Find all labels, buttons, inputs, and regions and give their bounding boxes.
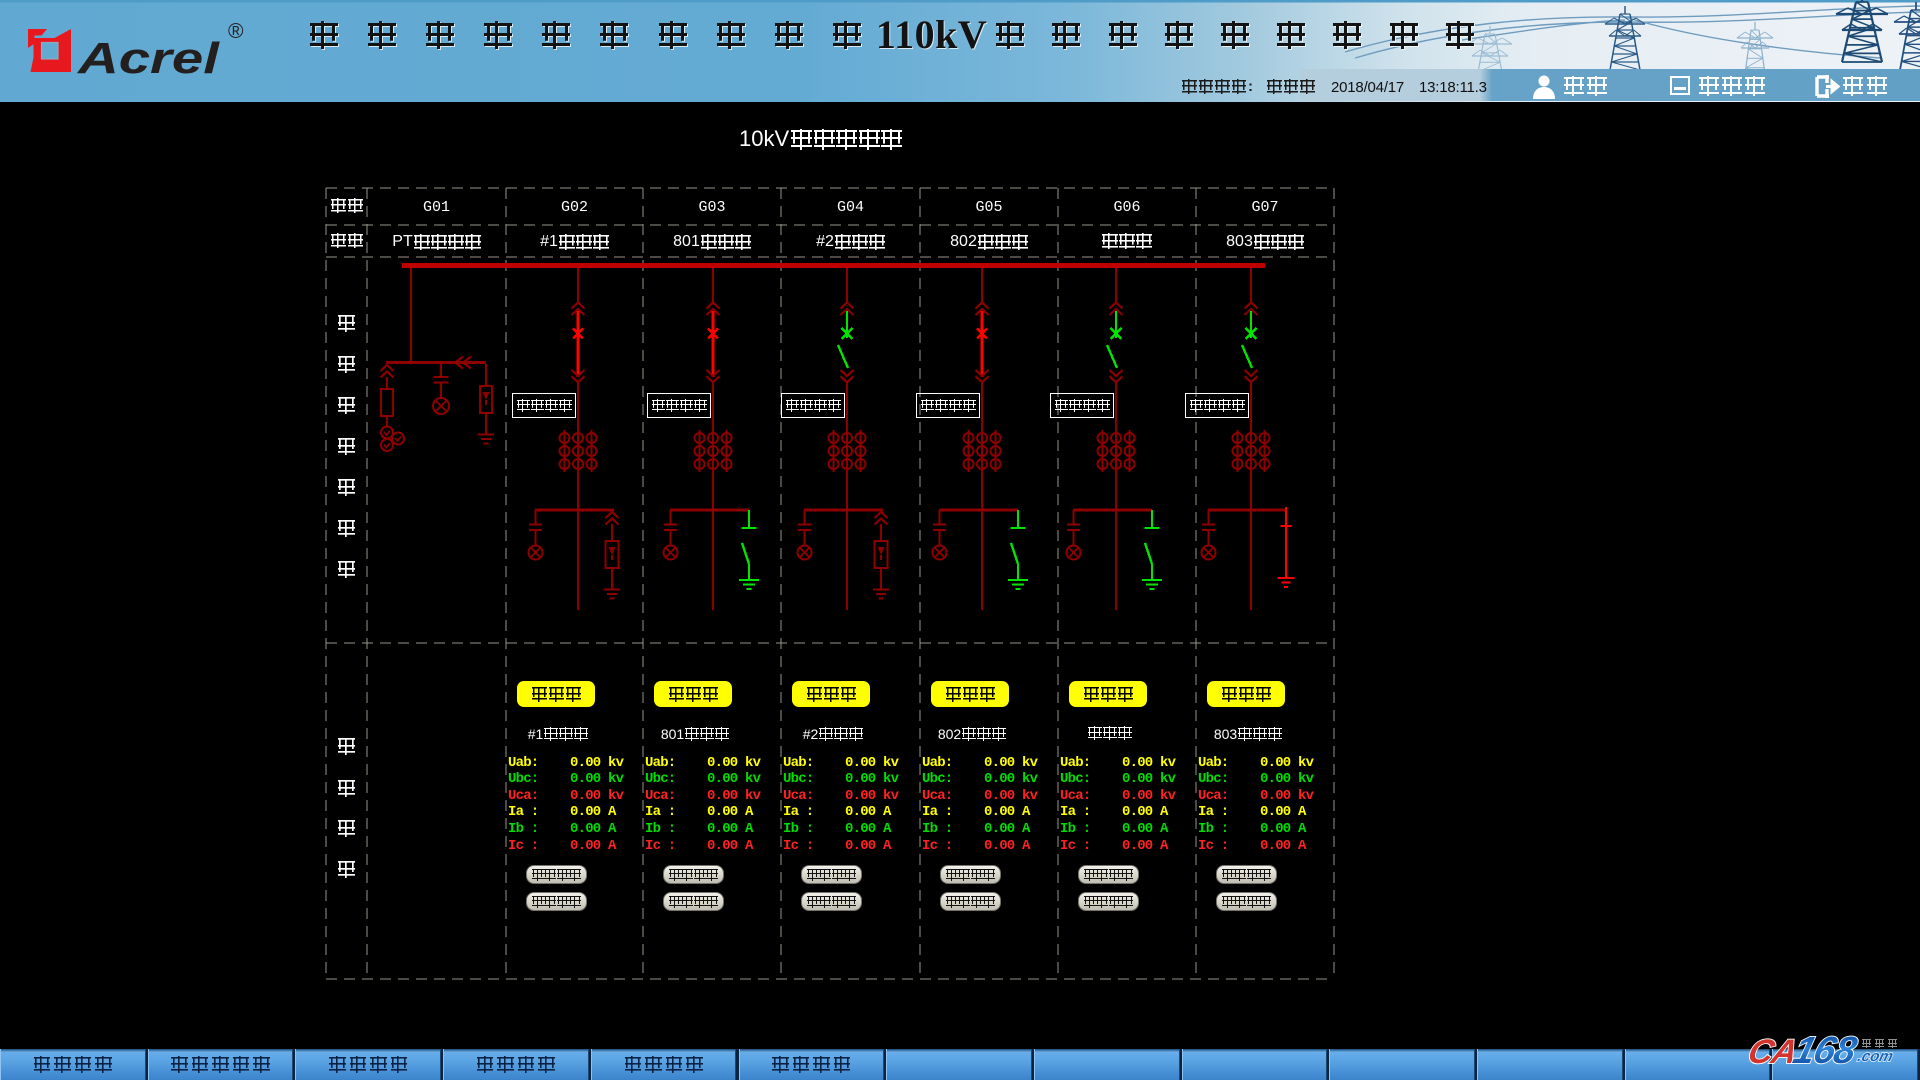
svg-text:.com: .com <box>1856 1048 1895 1065</box>
svg-text:168: 168 <box>1789 1032 1861 1072</box>
